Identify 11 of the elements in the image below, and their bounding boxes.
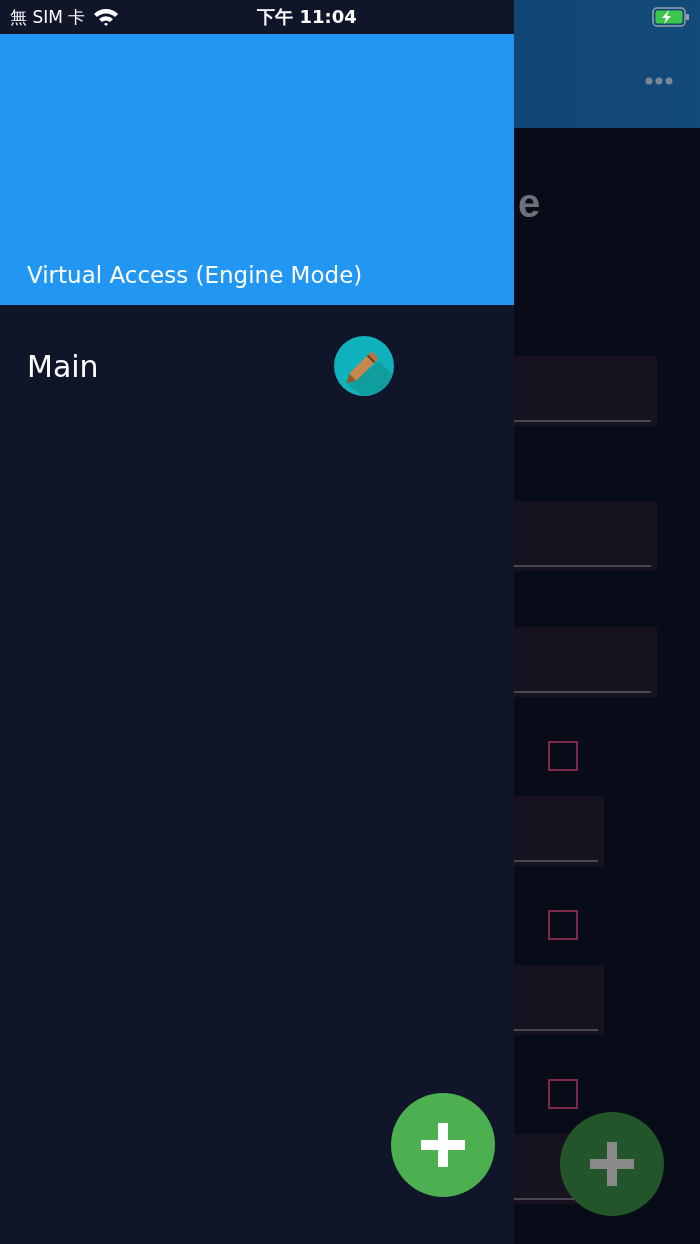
checkbox[interactable] [548, 1079, 578, 1109]
drawer-title: Virtual Access (Engine Mode) [27, 261, 363, 290]
clock: 下午 11:04 [257, 5, 357, 29]
more-icon[interactable] [645, 77, 673, 85]
wifi-icon [93, 7, 120, 27]
checkbox[interactable] [548, 741, 578, 771]
checkbox[interactable] [548, 910, 578, 940]
carrier-label: 無 SIM 卡 [10, 5, 86, 29]
page-title: e [518, 180, 541, 227]
edit-icon[interactable] [334, 336, 394, 396]
drawer-item[interactable]: Main [27, 348, 334, 384]
